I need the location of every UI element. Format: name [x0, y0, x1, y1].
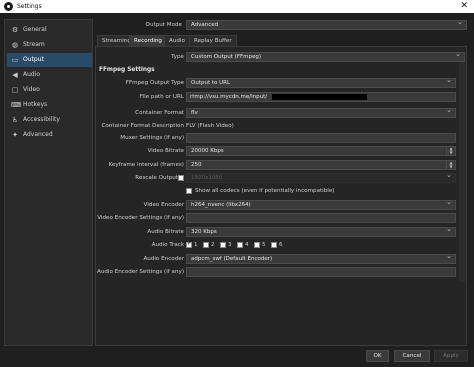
close-icon[interactable]: ✕ [460, 1, 468, 11]
sidebar-item-label: Advanced [23, 131, 53, 138]
title-bar: Settings ✕ [0, 0, 474, 13]
audio-track-2-label: 2 [211, 242, 215, 248]
ffmpeg-output-type-label: FFmpeg Output Type [125, 80, 184, 86]
audio-bitrate-label: Audio Bitrate [147, 229, 184, 235]
sidebar-item-label: Audio [23, 71, 41, 78]
output-icon: ▭ [11, 56, 19, 64]
container-format-desc-value: FLV (Flash Video) [186, 123, 234, 129]
video-bitrate-value: 20000 Kbps [191, 148, 224, 154]
file-path-input[interactable]: rtmp://vsu.mycdn.me/input/ [186, 92, 456, 102]
type-label: Type [171, 54, 184, 60]
audio-track-6-checkbox[interactable] [271, 242, 277, 248]
sidebar-item-stream[interactable]: ◍ Stream [7, 38, 92, 52]
speaker-icon: ◀ [12, 71, 18, 79]
video-encoder-settings-label: Video Encoder Settings (if any) [97, 215, 184, 221]
file-path-label: File path or URL [139, 94, 184, 100]
sidebar-item-audio[interactable]: ◀ Audio [7, 68, 92, 82]
obs-logo-icon [4, 2, 13, 11]
keyframe-interval-input[interactable]: 250 ▲ ▼ [186, 160, 456, 170]
audio-track-4-checkbox[interactable] [237, 242, 243, 248]
audio-bitrate-select[interactable]: 320 Kbps [186, 227, 456, 237]
video-encoder-label: Video Encoder [143, 202, 184, 208]
show-all-codecs-label: Show all codecs (even if potentially inc… [195, 188, 335, 194]
sidebar-item-label: Stream [23, 41, 45, 48]
audio-encoder-select[interactable]: adpcm_swf (Default Encoder) [186, 254, 456, 264]
keyboard-icon: ⌨ [11, 101, 22, 109]
file-path-value: rtmp://vsu.mycdn.me/input/ [190, 94, 268, 100]
settings-sidebar: ⚙ General ◍ Stream ▭ Output ◀ Audio ▢ Vi… [4, 19, 93, 346]
video-bitrate-input[interactable]: 20000 Kbps ▲ ▼ [186, 146, 456, 156]
cancel-button[interactable]: Cancel [394, 350, 430, 362]
audio-track-3-checkbox[interactable] [220, 242, 226, 248]
video-encoder-select[interactable]: h264_nvenc (libx264) [186, 200, 456, 210]
rescale-output-checkbox[interactable] [178, 175, 184, 181]
spin-arrows-icon[interactable]: ▲ ▼ [446, 161, 455, 169]
sidebar-item-label: Video [23, 86, 40, 93]
sidebar-item-hotkeys[interactable]: ⌨ Hotkeys [7, 98, 92, 112]
show-all-codecs-checkbox[interactable] [186, 188, 192, 194]
output-mode-label: Output Mode [145, 22, 182, 28]
rescale-output-label: Rescale Output [135, 175, 178, 181]
ok-button[interactable]: OK [366, 350, 389, 362]
muxer-settings-input[interactable] [186, 133, 456, 143]
redacted-bar [272, 94, 367, 100]
spin-arrows-icon[interactable]: ▲ ▼ [446, 147, 455, 155]
audio-track-5-label: 5 [262, 242, 266, 248]
audio-track-3-label: 3 [228, 242, 232, 248]
gear-icon: ⚙ [11, 26, 19, 34]
audio-track-label: Audio Track [151, 242, 184, 248]
window-title: Settings [17, 3, 42, 10]
audio-track-5-checkbox[interactable] [254, 242, 260, 248]
output-mode-select[interactable]: Advanced [186, 20, 467, 30]
sidebar-item-label: Hotkeys [23, 101, 48, 108]
audio-encoder-label: Audio Encoder [143, 256, 184, 262]
sidebar-item-output[interactable]: ▭ Output [7, 53, 92, 67]
sidebar-item-label: General [23, 26, 47, 33]
keyframe-interval-label: Keyframe interval (frames) [108, 162, 184, 168]
wrench-icon: ✦ [12, 131, 18, 139]
monitor-icon: ▢ [11, 86, 19, 94]
sidebar-item-label: Output [23, 56, 44, 63]
sidebar-item-general[interactable]: ⚙ General [7, 23, 92, 37]
audio-track-6-label: 6 [279, 242, 283, 248]
scrollbar[interactable] [459, 62, 465, 282]
rescale-output-select[interactable]: 1920x1080 [186, 173, 456, 183]
audio-track-4-label: 4 [245, 242, 249, 248]
apply-button[interactable]: Apply [434, 350, 468, 362]
container-format-label: Container Format [135, 110, 184, 116]
video-bitrate-label: Video Bitrate [147, 148, 184, 154]
recording-panel [95, 46, 467, 346]
audio-track-1-checkbox[interactable] [186, 240, 192, 248]
sidebar-item-label: Accessibility [23, 116, 60, 123]
accessibility-icon: ♿ [11, 116, 19, 124]
audio-encoder-settings-label: Audio Encoder Settings (if any) [97, 269, 184, 275]
sidebar-item-advanced[interactable]: ✦ Advanced [7, 128, 92, 142]
type-select[interactable]: Custom Output (FFmpeg) [186, 52, 465, 62]
container-format-select[interactable]: flv [186, 108, 456, 118]
sidebar-item-video[interactable]: ▢ Video [7, 83, 92, 97]
section-title: FFmpeg Settings [99, 67, 155, 73]
sidebar-item-accessibility[interactable]: ♿ Accessibility [7, 113, 92, 127]
audio-encoder-settings-input[interactable] [186, 267, 456, 277]
video-encoder-settings-input[interactable] [186, 213, 456, 223]
keyframe-interval-value: 250 [191, 162, 202, 168]
audio-track-2-checkbox[interactable] [203, 242, 209, 248]
ffmpeg-output-type-select[interactable]: Output to URL [186, 78, 456, 88]
globe-icon: ◍ [11, 41, 19, 49]
container-format-desc-label: Container Format Description [101, 123, 184, 129]
audio-track-1-label: 1 [194, 242, 198, 248]
muxer-settings-label: Muxer Settings (if any) [120, 135, 184, 141]
